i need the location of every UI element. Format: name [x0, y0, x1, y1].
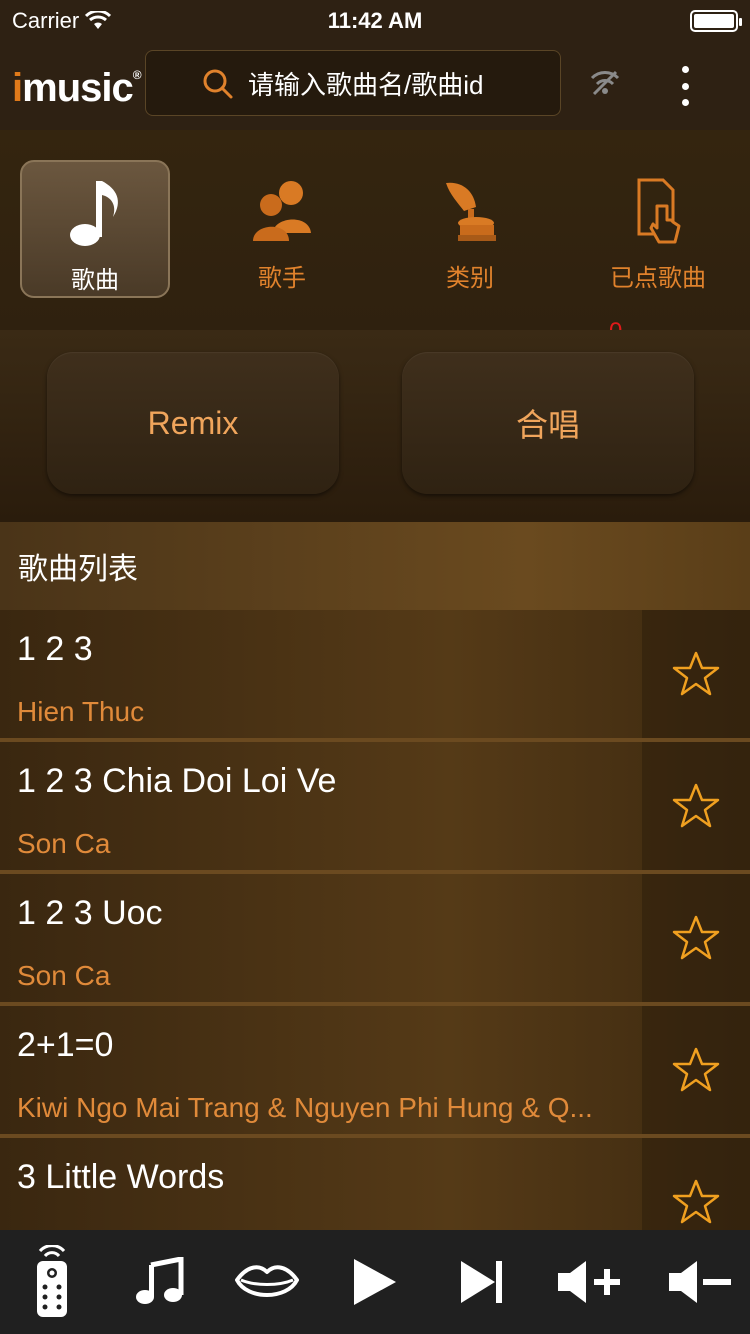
song-artist: Hien Thuc [17, 696, 145, 727]
app-logo: imusic® [12, 66, 142, 110]
song-artist: Son Ca [17, 828, 111, 859]
song-title: 1 2 3 Uoc [17, 894, 163, 932]
duet-button[interactable]: 合唱 [402, 352, 694, 494]
song-artist: Son Ca [17, 960, 111, 991]
vocal-toggle-button[interactable] [227, 1244, 307, 1320]
star-icon [672, 1179, 720, 1224]
volume-down-button[interactable] [660, 1244, 740, 1320]
search-input[interactable]: 请输入歌曲名/歌曲id [145, 50, 561, 116]
player-control-bar [0, 1230, 750, 1334]
category-tabs: 歌曲 歌手 类别 已点歌曲 [0, 130, 750, 345]
song-title: 1 2 3 [17, 630, 93, 668]
list-item[interactable]: 1 2 3 Chia Doi Loi Ve Son Ca [0, 742, 750, 874]
tab-selected-songs[interactable]: 已点歌曲 [583, 160, 733, 298]
tab-label: 歌手 [258, 265, 306, 292]
search-placeholder: 请输入歌曲名/歌曲id [248, 69, 484, 100]
tab-songs[interactable]: 歌曲 [20, 160, 170, 298]
gramophone-icon [446, 182, 496, 241]
volume-up-icon [558, 1261, 620, 1303]
remote-button[interactable] [12, 1244, 92, 1320]
volume-down-icon [669, 1261, 731, 1303]
tab-categories[interactable]: 类别 [395, 160, 545, 298]
list-item[interactable]: 2+1=0 Kiwi Ngo Mai Trang & Nguyen Phi Hu… [0, 1006, 750, 1138]
lips-icon [235, 1265, 299, 1297]
song-menu-button[interactable] [120, 1244, 200, 1320]
tab-label: 类别 [446, 265, 494, 292]
top-bar: imusic® 请输入歌曲名/歌曲id [0, 40, 750, 130]
song-title: 3 Little Words [17, 1158, 225, 1196]
quick-filter-area: Remix 合唱 [0, 330, 750, 522]
song-artist: Kiwi Ngo Mai Trang & Nguyen Phi Hung & Q… [17, 1092, 593, 1123]
wifi-off-icon[interactable] [588, 68, 622, 98]
favorite-button[interactable] [642, 1006, 750, 1134]
clock: 11:42 AM [327, 8, 423, 33]
list-item[interactable]: 1 2 3 Hien Thuc [0, 610, 750, 742]
music-note-icon [70, 181, 118, 246]
star-icon [672, 915, 720, 960]
song-title: 1 2 3 Chia Doi Loi Ve [17, 762, 337, 800]
search-icon [203, 69, 233, 99]
star-icon [672, 1047, 720, 1092]
favorite-button[interactable] [642, 1138, 750, 1230]
tab-label: 已点歌曲 [610, 265, 706, 292]
next-icon [461, 1261, 502, 1303]
star-icon [672, 783, 720, 828]
tab-singers[interactable]: 歌手 [207, 160, 357, 298]
next-song-button[interactable] [442, 1244, 522, 1320]
singers-icon [253, 181, 311, 241]
song-list-header: 歌曲列表 [0, 522, 750, 610]
favorite-button[interactable] [642, 874, 750, 1002]
selected-songs-icon [637, 178, 681, 244]
remote-icon [37, 1245, 67, 1317]
music-icon [136, 1257, 184, 1304]
favorite-button[interactable] [642, 742, 750, 870]
tab-label: 歌曲 [71, 267, 119, 294]
battery-icon [690, 10, 742, 32]
remix-button[interactable]: Remix [47, 352, 339, 494]
star-icon [672, 651, 720, 696]
play-button[interactable] [335, 1244, 415, 1320]
play-icon [354, 1259, 396, 1305]
favorite-button[interactable] [642, 610, 750, 738]
more-menu-icon[interactable] [672, 66, 698, 106]
list-item[interactable]: 1 2 3 Uoc Son Ca [0, 874, 750, 1006]
status-bar: Carrier 11:42 AM [0, 0, 750, 40]
list-item[interactable]: 3 Little Words [0, 1138, 750, 1230]
volume-up-button[interactable] [549, 1244, 629, 1320]
song-list[interactable]: 1 2 3 Hien Thuc 1 2 3 Chia Doi Loi Ve So… [0, 610, 750, 1230]
song-title: 2+1=0 [17, 1026, 114, 1064]
